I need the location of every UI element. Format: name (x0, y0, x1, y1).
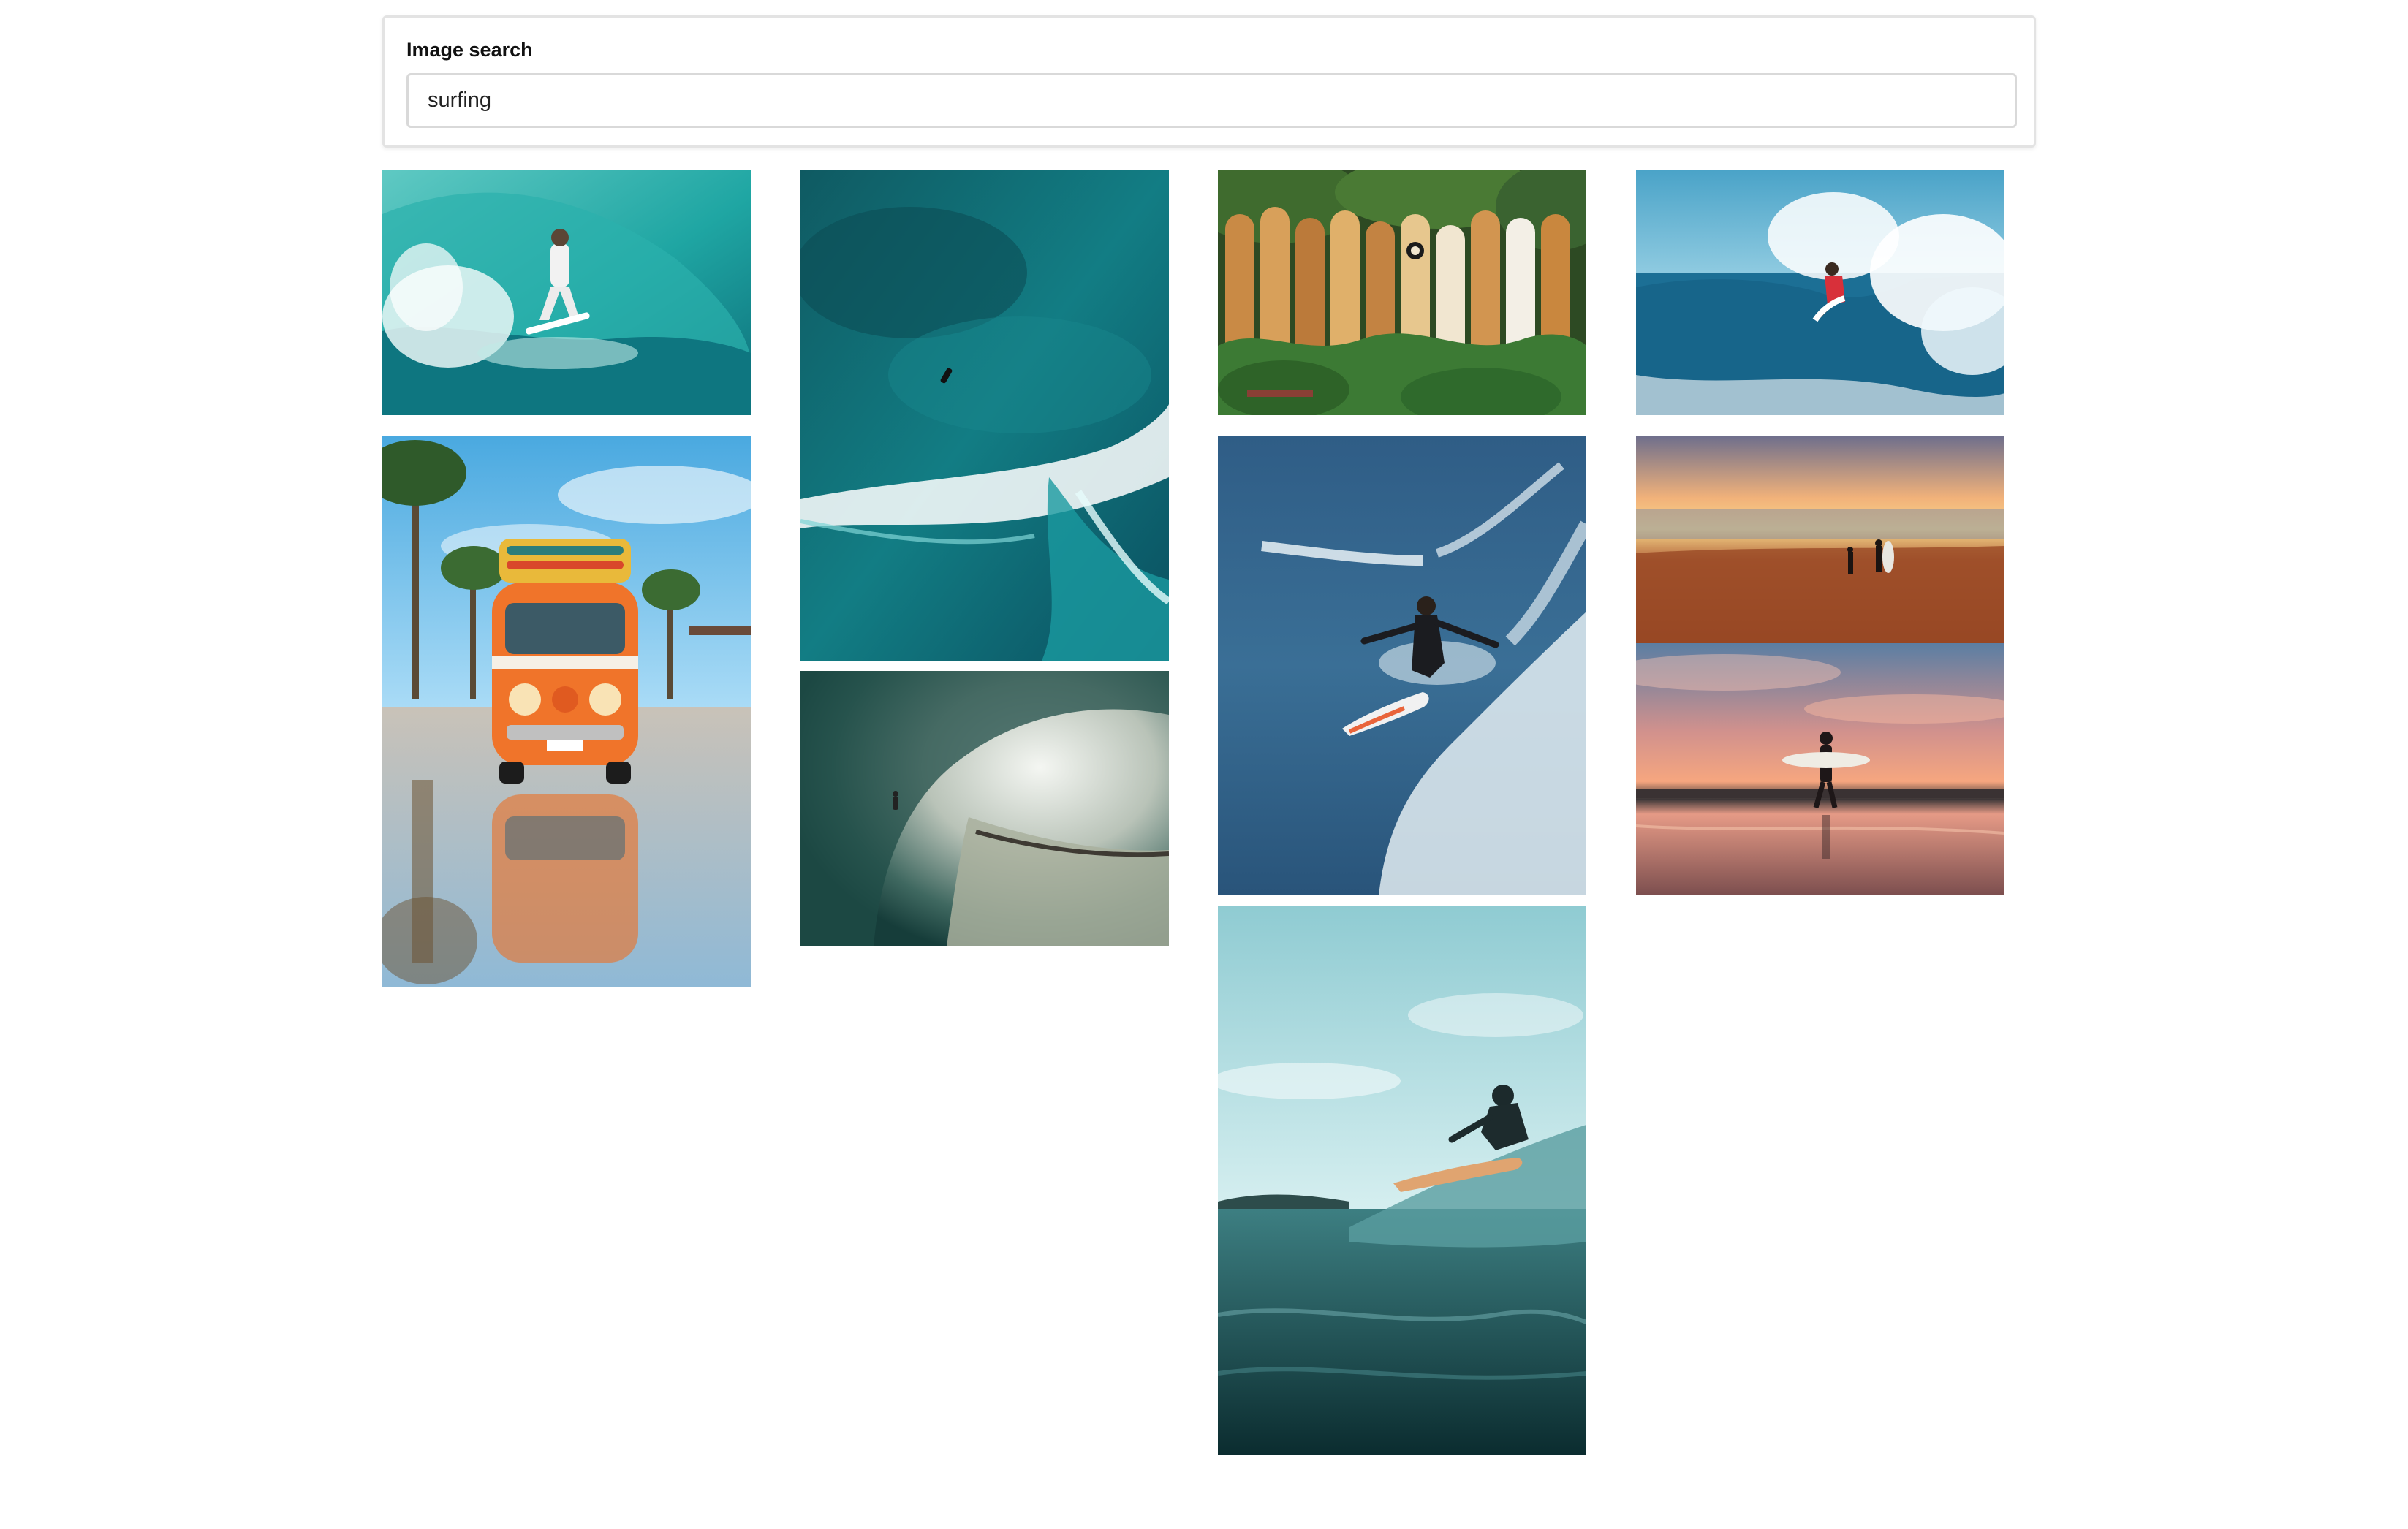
search-card: Image search (382, 15, 2036, 148)
photo-surfer-on-teal-water[interactable] (1218, 906, 1586, 1455)
search-input[interactable] (406, 73, 2017, 128)
photo-two-surfers-on-beach-sunset[interactable] (1636, 436, 2004, 643)
photo-surfer-on-blue-wave[interactable] (1636, 170, 2004, 415)
photo-orange-van-with-surfboards[interactable] (382, 436, 751, 987)
image-search-app: Image search (0, 0, 2408, 1529)
photo-inside-wave-tube[interactable] (800, 671, 1169, 946)
search-label: Image search (406, 39, 533, 61)
photo-surfer-riding-white-surfboard[interactable] (1218, 436, 1586, 895)
photo-surfer-silhouette-pink-sunset[interactable] (1636, 643, 2004, 895)
photo-surfboards-against-foliage[interactable] (1218, 170, 1586, 415)
photo-surfer-in-barrel-wave[interactable] (382, 170, 751, 415)
photo-aerial-ocean-wave[interactable] (800, 170, 1169, 661)
